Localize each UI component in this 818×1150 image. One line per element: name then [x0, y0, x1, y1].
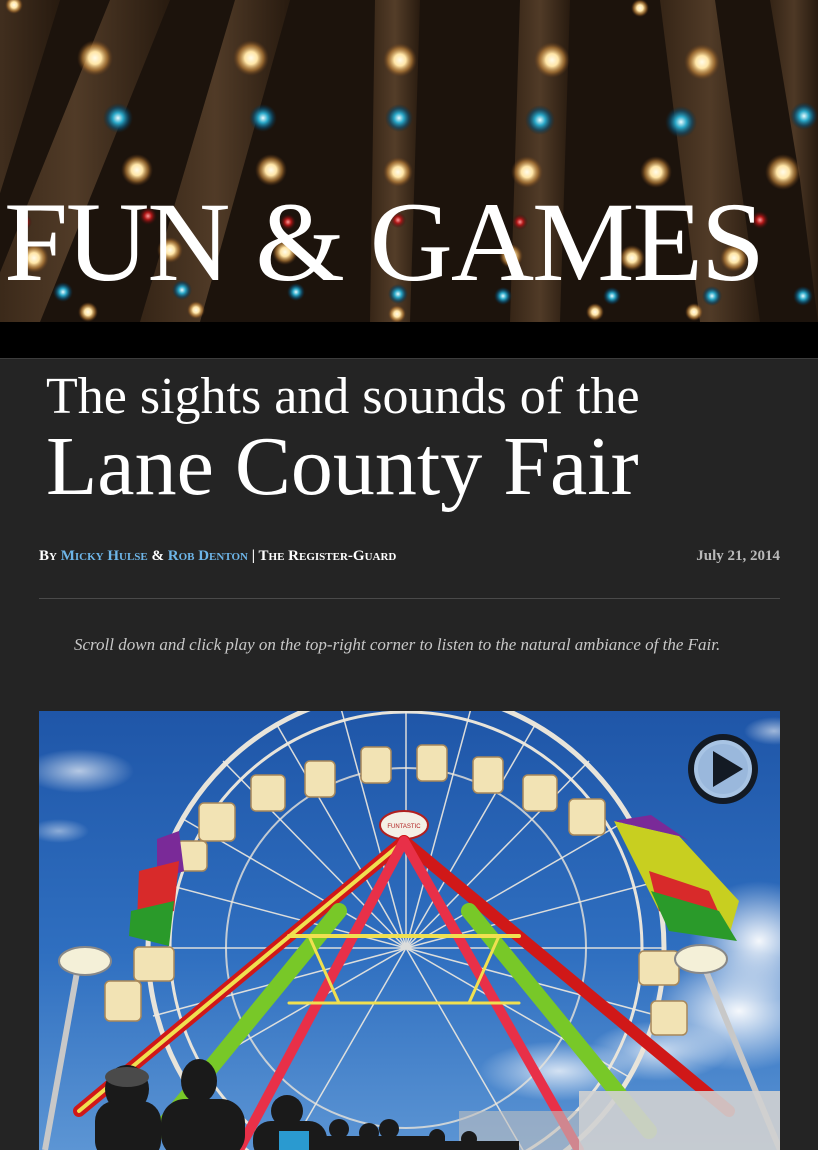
- byline-conjunction: &: [151, 548, 165, 564]
- headline-title: Lane County Fair: [46, 420, 639, 513]
- hero-black-strip: [0, 322, 818, 358]
- play-icon: [688, 734, 758, 804]
- byline-separator: |: [251, 548, 256, 564]
- author-link-micky-hulse[interactable]: Micky Hulse: [61, 548, 148, 564]
- play-audio-button[interactable]: [685, 731, 761, 807]
- publication-name: The Register-Guard: [258, 548, 397, 564]
- byline-prefix: By: [39, 548, 57, 564]
- author-link-rob-denton[interactable]: Rob Denton: [168, 548, 248, 564]
- byline: By Micky Hulse & Rob Denton | The Regist…: [39, 548, 396, 565]
- hero-divider: [0, 358, 818, 359]
- intro-text: Scroll down and click play on the top-ri…: [74, 635, 721, 654]
- section-divider: [39, 598, 780, 599]
- ferris-wheel-image: FUNTASTIC: [39, 711, 780, 1150]
- headline-kicker: The sights and sounds of the: [46, 368, 640, 425]
- ferris-wheel-photo: FUNTASTIC: [39, 711, 780, 1150]
- publish-date: July 21, 2014: [696, 548, 780, 564]
- hero-banner: FUN & GAMES: [0, 0, 818, 322]
- hero-title: FUN & GAMES: [4, 180, 765, 305]
- wheel-sign-text: FUNTASTIC: [387, 824, 421, 830]
